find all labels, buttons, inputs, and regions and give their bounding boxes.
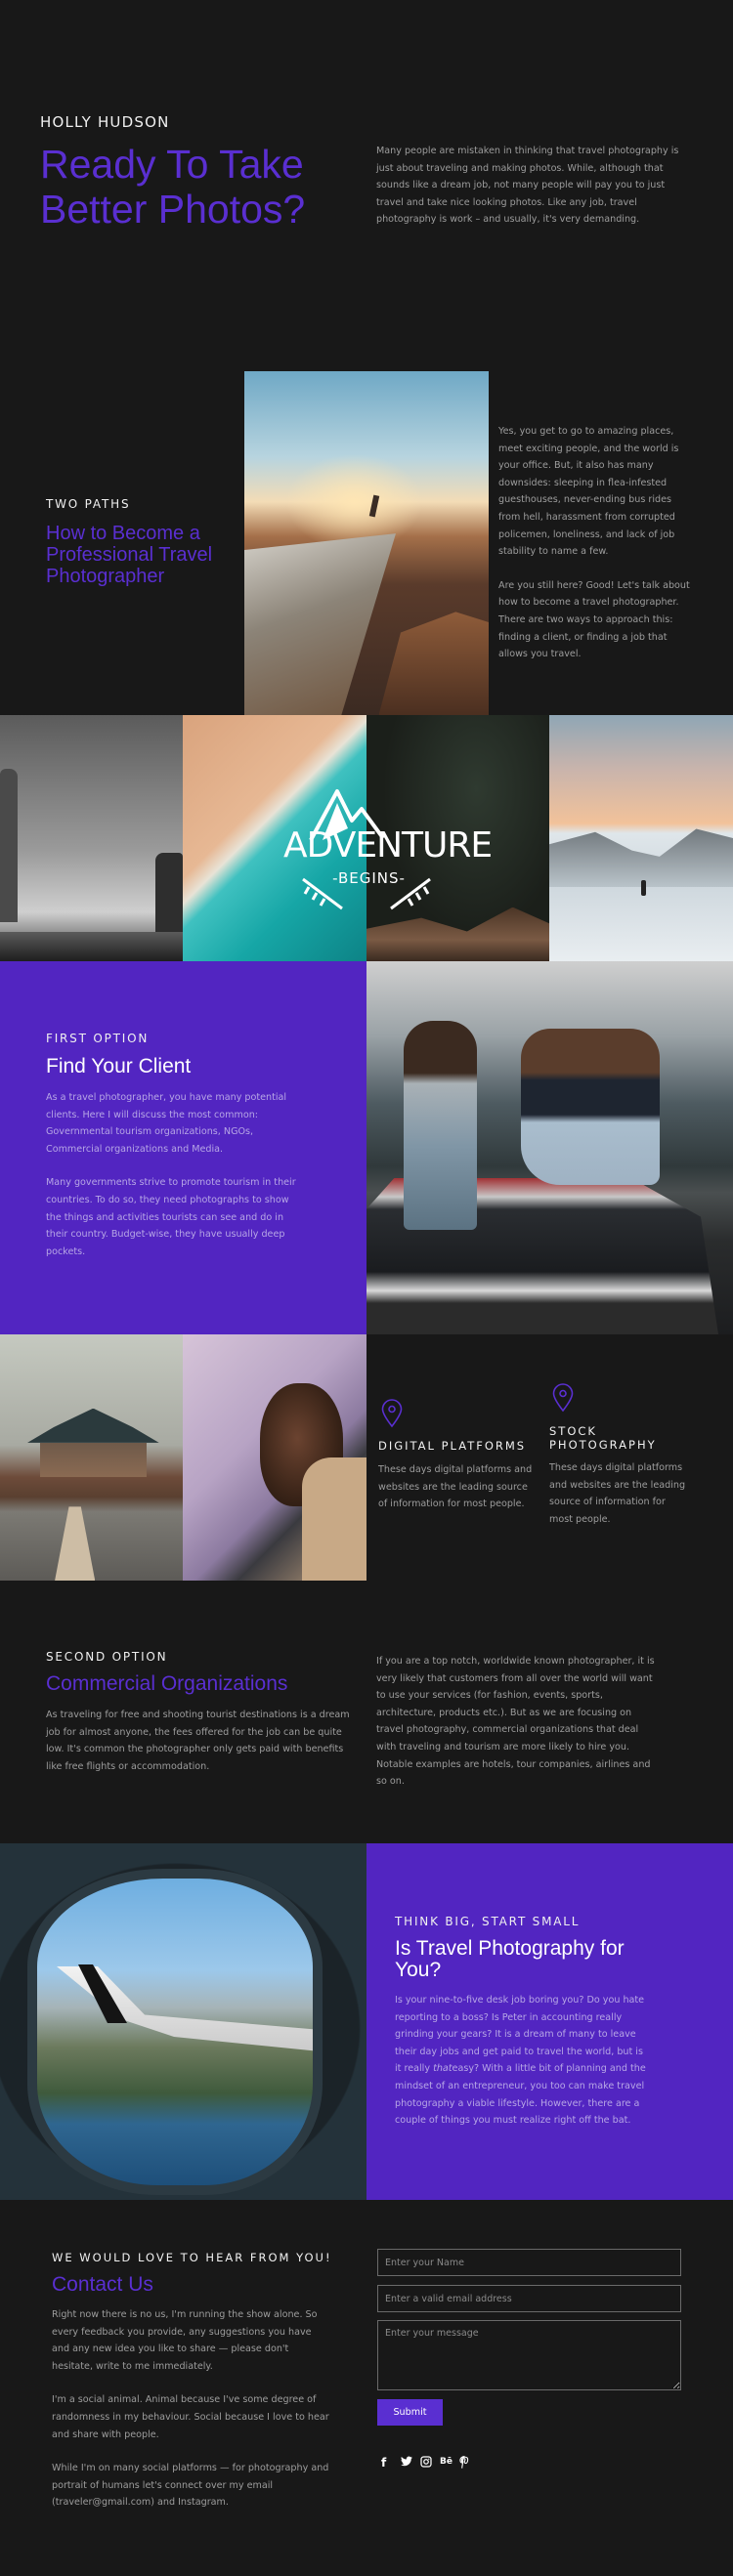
first-option-text: As a travel photographer, you have many … — [46, 1089, 300, 1260]
hero-title: Ready To Take Better Photos? — [40, 142, 305, 232]
contact-paragraph: While I'm on many social platforms — for… — [52, 2463, 329, 2509]
contact-paragraph: I'm a social animal. Animal because I've… — [52, 2394, 329, 2440]
hero-title-line2: Better Photos? — [40, 187, 306, 232]
instagram-icon[interactable] — [420, 2456, 440, 2471]
email-input[interactable] — [377, 2285, 681, 2312]
second-option-right-text: If you are a top notch, worldwide known … — [376, 1656, 655, 1788]
first-option-eyebrow: FIRST OPTION — [46, 1032, 150, 1045]
think-big-text-emphasis: that — [433, 2063, 453, 2075]
feature-title: STOCK PHOTOGRAPHY — [549, 1424, 657, 1452]
first-option-paragraph: Many governments strive to promote touri… — [46, 1177, 296, 1257]
cliff-handstand-photo — [244, 371, 489, 715]
map-pin-icon — [552, 1383, 574, 1413]
hero-title-line1: Ready To Take — [40, 142, 304, 187]
name-input[interactable] — [377, 2249, 681, 2276]
author-name: HOLLY HUDSON — [40, 113, 170, 131]
contact-text: Right now there is no us, I'm running th… — [52, 2306, 330, 2512]
message-textarea[interactable] — [377, 2320, 681, 2390]
submit-button[interactable]: Submit — [377, 2399, 443, 2426]
hero-intro: Many people are mistaken in thinking tha… — [376, 146, 679, 226]
twitter-icon[interactable] — [401, 2456, 420, 2471]
first-option-title: Find Your Client — [46, 1055, 192, 1077]
adventure-logo-sub: -BEGINS- — [332, 869, 406, 887]
first-option-paragraph: As a travel photographer, you have many … — [46, 1092, 287, 1155]
think-big-text: Is your nine-to-five desk job boring you… — [395, 1992, 651, 2130]
map-pin-icon — [381, 1399, 403, 1428]
social-links: f Bē — [381, 2456, 479, 2471]
feature-text: These days digital platforms and website… — [378, 1464, 533, 1510]
contact-paragraph: Right now there is no us, I'm running th… — [52, 2309, 318, 2372]
pinterest-icon[interactable] — [459, 2456, 479, 2471]
contact-eyebrow: WE WOULD LOVE TO HEAR FROM YOU! — [52, 2251, 332, 2264]
feature-text: These days digital platforms and website… — [549, 1462, 686, 1525]
adventure-logo-word: ADVENTURE — [283, 825, 493, 866]
temple-photo — [0, 1334, 183, 1581]
first-option-panel: FIRST OPTION Find Your Client As a trave… — [0, 961, 366, 1334]
think-big-panel: THINK BIG, START SMALL Is Travel Photogr… — [366, 1843, 733, 2200]
facebook-icon[interactable]: f — [381, 2456, 401, 2471]
adventure-logo: ADVENTURE -BEGINS- — [283, 781, 493, 918]
behance-icon[interactable]: Bē — [440, 2456, 459, 2471]
two-paths-eyebrow: TWO PATHS — [46, 497, 131, 511]
desert-rocks-photo — [0, 715, 183, 961]
contact-title: Contact Us — [52, 2273, 153, 2296]
second-option-title: Commercial Organizations — [46, 1672, 288, 1695]
smiling-man-photo — [183, 1334, 366, 1581]
girls-on-car-photo — [366, 961, 733, 1334]
think-big-title: Is Travel Photography for You? — [395, 1937, 625, 1981]
feature-title: DIGITAL PLATFORMS — [378, 1439, 527, 1453]
two-paths-text: Yes, you get to go to amazing places, me… — [498, 423, 694, 663]
snow-valley-photo — [549, 715, 733, 961]
think-big-eyebrow: THINK BIG, START SMALL — [395, 1915, 581, 1928]
airplane-window-photo — [0, 1843, 366, 2200]
second-option-eyebrow: SECOND OPTION — [46, 1650, 168, 1664]
second-option-left-text: As traveling for free and shooting touri… — [46, 1710, 350, 1772]
two-paths-paragraph: Are you still here? Good! Let's talk abo… — [498, 579, 690, 660]
two-paths-paragraph: Yes, you get to go to amazing places, me… — [498, 426, 679, 558]
two-paths-title: How to Become a Professional Travel Phot… — [46, 523, 213, 587]
